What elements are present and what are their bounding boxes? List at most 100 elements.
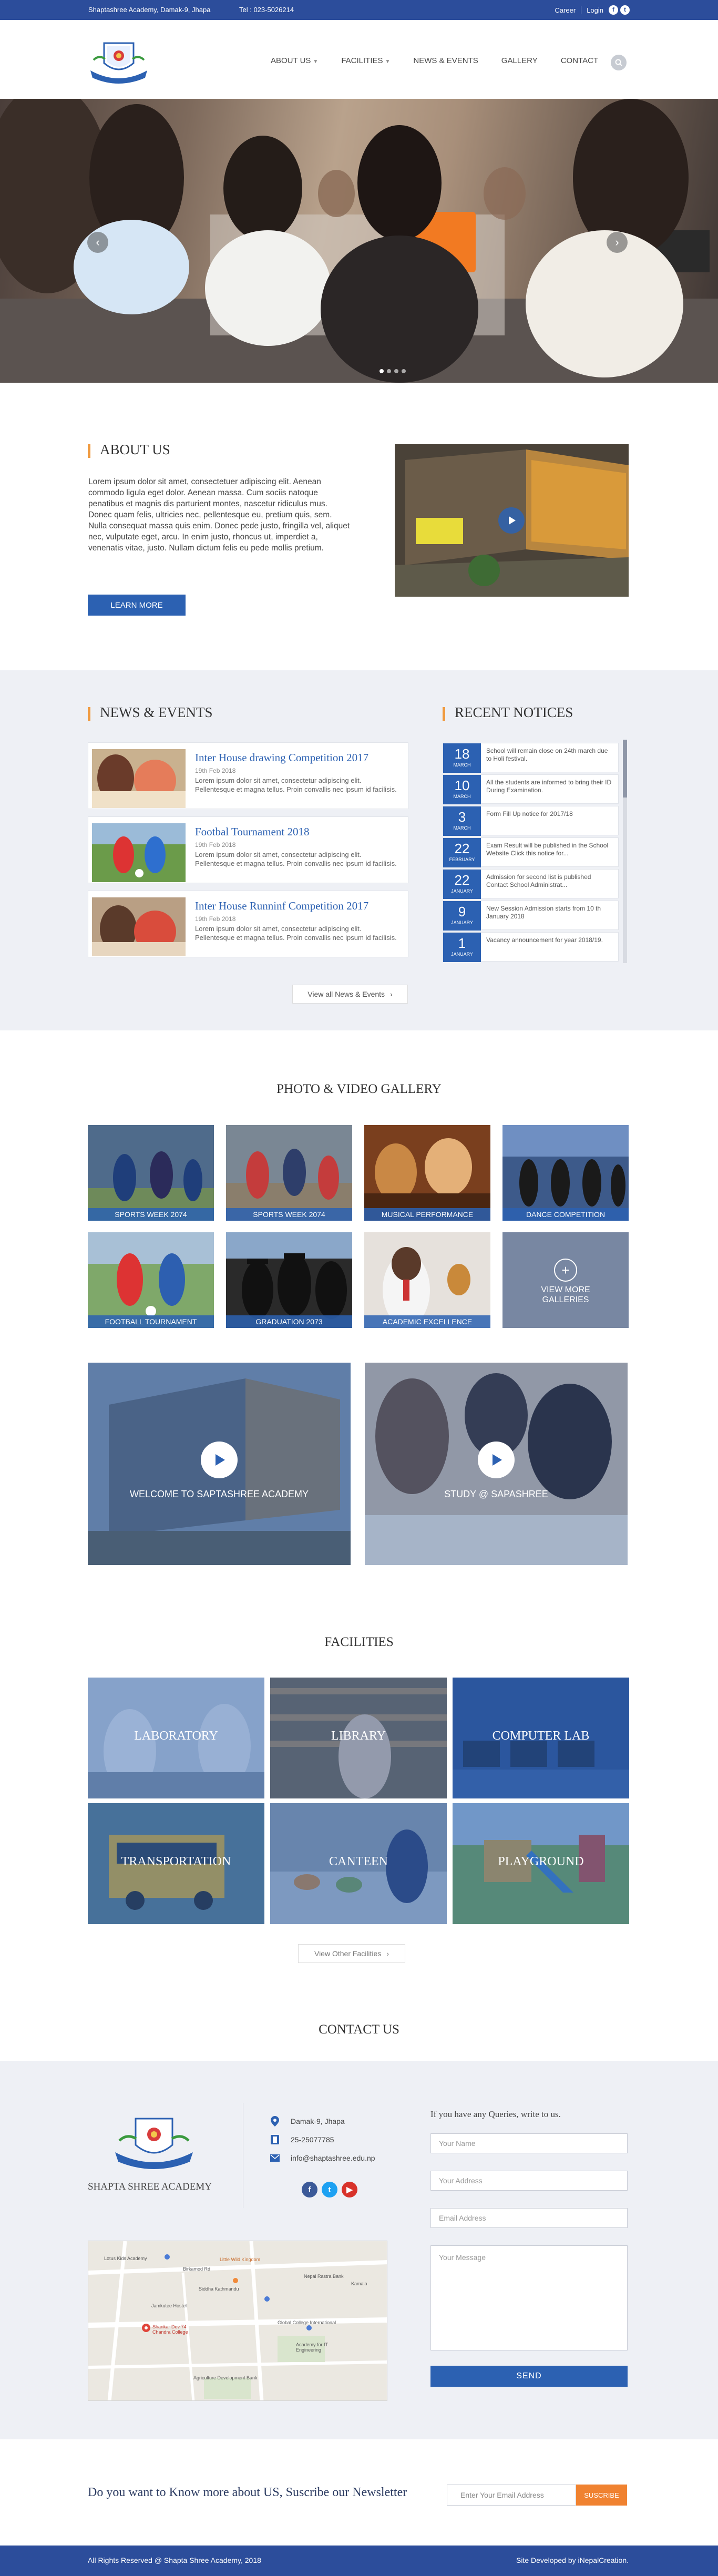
facebook-icon[interactable]: f [302, 2182, 317, 2197]
mail-icon [270, 2153, 280, 2163]
view-more-galleries[interactable]: + VIEW MORE GALLERIES [502, 1232, 629, 1328]
slide-dot[interactable] [402, 369, 406, 373]
location-map[interactable]: Lotus Kids Academy Little Wild Kingdom B… [88, 2241, 387, 2401]
facility-tile[interactable]: TRANSPORTATION [88, 1803, 264, 1924]
gallery-tile[interactable]: SPORTS WEEK 2074 [88, 1125, 214, 1221]
send-button[interactable]: SEND [430, 2366, 628, 2387]
nav-gallery[interactable]: GALLERY [501, 56, 538, 65]
nav-contact[interactable]: CONTACT [561, 56, 598, 65]
notice-text: Admission for second list is published C… [486, 873, 591, 888]
view-other-facilities-button[interactable]: View Other Facilities › [298, 1944, 405, 1963]
news-card[interactable]: Inter House Runninf Competition 2017 19t… [88, 891, 408, 957]
gallery-tile[interactable]: GRADUATION 2073 [226, 1232, 352, 1328]
address-input[interactable]: Your Address [430, 2171, 628, 2191]
play-button[interactable] [478, 1442, 515, 1478]
video-tile[interactable]: WELCOME TO SAPTASHREE ACADEMY [88, 1363, 351, 1565]
contact-phone: 25-25077785 [270, 2134, 334, 2145]
gallery-caption: SPORTS WEEK 2074 [88, 1208, 214, 1221]
notice-item[interactable]: 18 MARCH School will remain close on 24th … [443, 743, 619, 773]
view-all-news-button[interactable]: View all News & Events › [292, 985, 408, 1004]
school-logo[interactable] [88, 39, 149, 86]
gallery-tile[interactable]: SPORTS WEEK 2074 [226, 1125, 352, 1221]
video-tile[interactable]: STUDY @ SAPASHREE [365, 1363, 628, 1565]
gallery-caption: GRADUATION 2073 [226, 1315, 352, 1328]
slide-dot[interactable] [387, 369, 391, 373]
map-label: Jamkutee Hostel [151, 2303, 187, 2308]
nav-facilities[interactable]: FACILITIES ▼ [341, 56, 390, 65]
news-date: 19th Feb 2018 [195, 915, 236, 923]
gallery-image [364, 1125, 490, 1221]
gallery-caption: SPORTS WEEK 2074 [226, 1208, 352, 1221]
facilities-heading: FACILITIES [324, 1635, 394, 1649]
news-title[interactable]: Footbal Tournament 2018 [195, 825, 309, 839]
title-accent-bar [443, 707, 445, 721]
learn-more-button[interactable]: LEARN MORE [88, 595, 186, 616]
email-text[interactable]: info@shaptashree.edu.np [291, 2154, 375, 2162]
notice-list[interactable]: 18 MARCH School will remain close on 24th … [443, 740, 629, 963]
twitter-icon[interactable]: t [322, 2182, 337, 2197]
notice-day: 10 [454, 778, 470, 793]
notice-item[interactable]: 22 JANUARY Admission for second list is pu… [443, 869, 619, 899]
news-title[interactable]: Inter House drawing Competition 2017 [195, 751, 368, 764]
notice-text: New Session Admission starts from 10 th … [486, 905, 601, 920]
nav-news[interactable]: NEWS & EVENTS [413, 56, 478, 65]
slide-dot[interactable] [394, 369, 398, 373]
twitter-icon[interactable]: t [620, 5, 630, 15]
notice-item[interactable]: 9 JANUARY New Session Admission starts fro… [443, 901, 619, 931]
newsletter-email-input[interactable]: Enter Your Email Address [447, 2485, 576, 2506]
notice-date: 22 FEBRUARY [443, 838, 481, 867]
gallery-image [502, 1125, 629, 1221]
play-button[interactable] [201, 1442, 238, 1478]
gallery-tile[interactable]: MUSICAL PERFORMANCE [364, 1125, 490, 1221]
message-textarea[interactable]: Your Message [430, 2245, 628, 2350]
facility-tile[interactable]: LABORATORY [88, 1678, 264, 1798]
career-link[interactable]: Career [555, 6, 576, 14]
facility-tile[interactable]: PLAYGROUND [453, 1803, 629, 1924]
search-button[interactable] [611, 55, 627, 70]
notice-month: FEBRUARY [449, 857, 475, 862]
search-icon [615, 59, 622, 66]
gallery-caption: FOOTBALL TOURNAMENT [88, 1315, 214, 1328]
facility-tile[interactable]: CANTEEN [270, 1803, 447, 1924]
facebook-icon[interactable]: f [609, 5, 618, 15]
email-input[interactable]: Email Address [430, 2208, 628, 2228]
about-video[interactable] [395, 444, 629, 597]
gallery-tile[interactable]: DANCE COMPETITION [502, 1125, 629, 1221]
slide-dot[interactable] [379, 369, 384, 373]
notice-date: 1 JANUARY [443, 933, 481, 962]
hero-prev-button[interactable]: ‹ [87, 232, 108, 253]
phone-icon [270, 2134, 280, 2145]
developer-credit[interactable]: Site Developed by iNepalCreation. [516, 2556, 629, 2564]
name-input[interactable]: Your Name [430, 2133, 628, 2153]
gallery-tile[interactable]: ACADEMIC EXCELLENCE [364, 1232, 490, 1328]
notice-scrollbar[interactable] [623, 740, 627, 963]
nav-facilities-label: FACILITIES [341, 56, 383, 65]
youtube-icon[interactable]: ▶ [342, 2182, 357, 2197]
subscribe-button[interactable]: SUSCRIBE [576, 2485, 627, 2506]
play-button[interactable] [498, 507, 525, 534]
top-bar: Shaptashree Academy, Damak-9, Jhapa Tel … [0, 0, 718, 20]
notice-text: All the students are informed to bring t… [486, 779, 612, 794]
notice-item[interactable]: 3 MARCH Form Fill Up notice for 2017/18 [443, 806, 619, 836]
gallery-caption: ACADEMIC EXCELLENCE [364, 1315, 490, 1328]
news-card[interactable]: Footbal Tournament 2018 19th Feb 2018 Lo… [88, 816, 408, 883]
gallery-tile[interactable]: FOOTBALL TOURNAMENT [88, 1232, 214, 1328]
nav-about[interactable]: ABOUT US ▼ [271, 56, 318, 65]
notice-item[interactable]: 10 MARCH All the students are informed to … [443, 774, 619, 804]
gallery-image [226, 1125, 352, 1221]
scrollbar-thumb[interactable] [623, 740, 627, 798]
facility-tile[interactable]: COMPUTER LAB [453, 1678, 629, 1798]
notice-item[interactable]: 1 JANUARY Vacancy announcement for year 20… [443, 932, 619, 962]
facility-tile[interactable]: LIBRARY [270, 1678, 447, 1798]
hero-next-button[interactable]: › [607, 232, 628, 253]
news-card[interactable]: Inter House drawing Competition 2017 19t… [88, 742, 408, 809]
login-link[interactable]: Login [587, 6, 603, 14]
notice-item[interactable]: 22 FEBRUARY Exam Result will be published … [443, 837, 619, 867]
map-label: Kamala [351, 2281, 367, 2286]
news-title[interactable]: Inter House Runninf Competition 2017 [195, 899, 368, 913]
notices-heading: RECENT NOTICES [443, 704, 573, 721]
hero-slider[interactable]: ‹ › [0, 99, 718, 383]
facility-label: CANTEEN [329, 1855, 388, 1868]
notice-month: JANUARY [451, 920, 473, 925]
notice-day: 22 [454, 872, 470, 888]
